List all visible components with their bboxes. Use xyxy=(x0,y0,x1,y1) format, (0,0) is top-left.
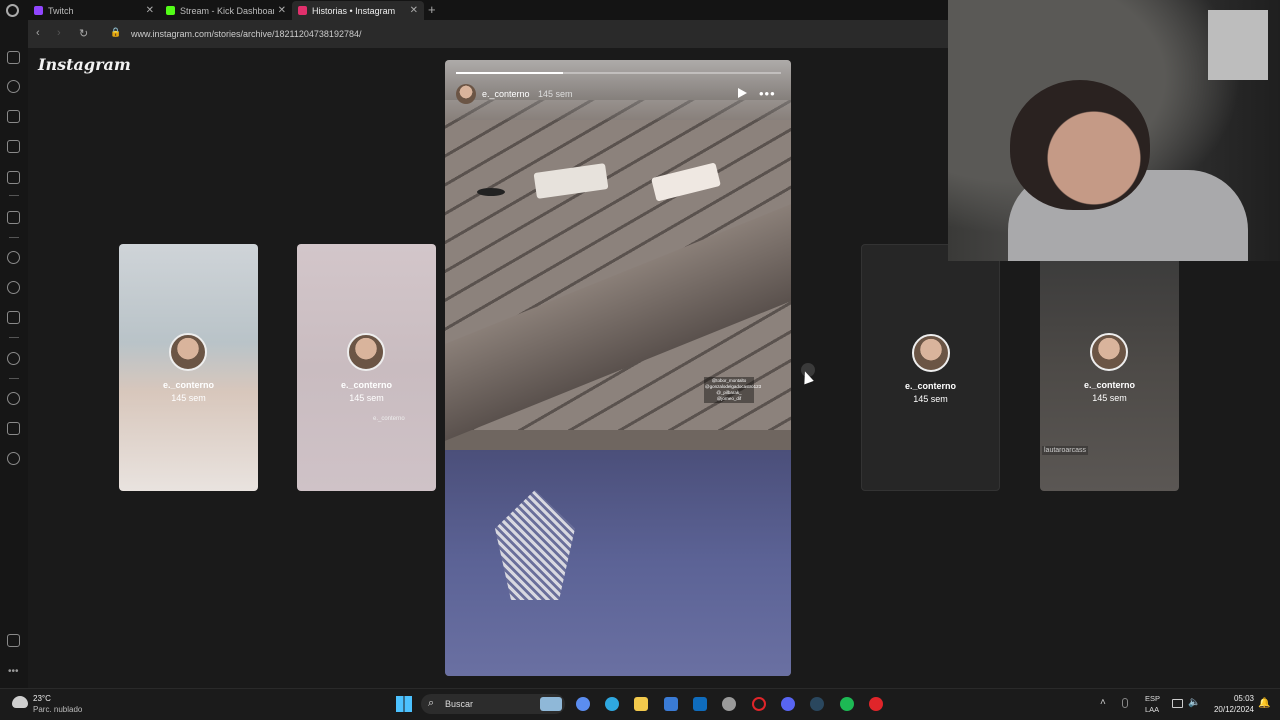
copilot-icon[interactable] xyxy=(576,697,590,711)
speed-dial-icon[interactable] xyxy=(7,80,20,93)
sidebar-divider xyxy=(9,195,19,196)
story-preview-card[interactable]: e._conterno 145 sem e._conterno xyxy=(297,244,436,491)
webcam-detail xyxy=(1010,80,1150,210)
webcam-detail xyxy=(1208,10,1268,80)
story-username: e._conterno xyxy=(1083,380,1135,390)
opera-icon[interactable] xyxy=(752,697,766,711)
weather-description[interactable]: Parc. nublado xyxy=(33,705,82,714)
steam-icon[interactable] xyxy=(810,697,824,711)
avatar[interactable] xyxy=(456,84,476,104)
messenger-icon[interactable] xyxy=(7,251,20,264)
story-time: 145 sem xyxy=(349,393,384,403)
search-icon: ⌕ xyxy=(428,697,435,709)
controller-icon[interactable] xyxy=(7,51,20,64)
tab-title: Twitch xyxy=(48,5,74,16)
lock-icon[interactable]: 🔒 xyxy=(110,27,121,38)
mention-sticker[interactable]: @tobor_montalto @gonzalodelgadocastro123… xyxy=(704,377,761,403)
windows-start-icon[interactable] xyxy=(396,696,412,712)
story-username[interactable]: e._conterno xyxy=(482,89,530,99)
tab-kick-dashboard[interactable]: Stream - Kick Dashboard ✕ xyxy=(160,1,292,20)
capture-icon[interactable] xyxy=(7,634,20,647)
play-icon[interactable] xyxy=(738,88,747,98)
forward-icon[interactable]: › xyxy=(57,27,61,39)
tab-title: Historias • Instagram xyxy=(312,5,396,16)
instagram-favicon-icon xyxy=(298,6,307,15)
story-username: e._conterno xyxy=(162,380,214,390)
more-icon[interactable]: ••• xyxy=(8,666,19,677)
story-time: 145 sem xyxy=(538,89,573,99)
settings-icon[interactable] xyxy=(7,452,20,465)
tab-twitch[interactable]: Twitch ✕ xyxy=(28,1,160,20)
network-icon[interactable] xyxy=(1172,699,1183,708)
weather-cloud-icon[interactable] xyxy=(12,696,28,708)
instagram-logo[interactable]: Instagram xyxy=(38,55,131,74)
keyboard-layout-indicator[interactable]: LAA xyxy=(1145,705,1159,714)
story-time: 145 sem xyxy=(171,393,206,403)
new-tab-button[interactable]: + xyxy=(428,2,436,17)
spotify-icon[interactable] xyxy=(840,697,854,711)
reload-icon[interactable]: ↻ xyxy=(79,27,88,40)
calendar-icon[interactable] xyxy=(7,171,20,184)
avatar xyxy=(169,333,207,371)
volume-icon[interactable]: 🔈 xyxy=(1188,697,1200,708)
clock-time[interactable]: 05:03 xyxy=(1212,694,1254,703)
outlook-icon[interactable] xyxy=(693,697,707,711)
tray-overflow-icon[interactable]: ˄ xyxy=(1100,697,1106,708)
search-label: Buscar xyxy=(445,699,474,709)
story-preview-card[interactable]: e._conterno 145 sem xyxy=(119,244,258,491)
story-username: e._conterno xyxy=(904,381,956,391)
webcam-overlay xyxy=(948,0,1280,261)
app-icon[interactable] xyxy=(869,697,883,711)
twitch-favicon-icon xyxy=(34,6,43,15)
close-tab-icon[interactable]: ✕ xyxy=(410,5,418,16)
store-icon[interactable] xyxy=(664,697,678,711)
bag-icon[interactable] xyxy=(7,110,20,123)
mention-tag: e._conterno xyxy=(373,416,405,422)
story-progress-bar xyxy=(456,72,564,74)
close-tab-icon[interactable]: ✕ xyxy=(146,5,154,16)
story-preview-card[interactable]: e._conterno 145 sem lautaroarcass xyxy=(1040,244,1179,491)
language-indicator[interactable]: ESP xyxy=(1145,694,1160,703)
aria-icon[interactable] xyxy=(7,211,20,224)
story-time: 145 sem xyxy=(1092,393,1127,403)
weather-temperature[interactable]: 23°C xyxy=(33,694,51,703)
instagram-icon[interactable] xyxy=(7,311,20,324)
story-image-detail xyxy=(477,188,505,196)
sidebar-divider xyxy=(9,337,19,338)
story-preview-card[interactable]: e._conterno 145 sem xyxy=(861,244,1000,491)
url-field[interactable]: www.instagram.com/stories/archive/182112… xyxy=(131,29,361,39)
back-icon[interactable]: ‹ xyxy=(36,27,40,39)
tab-instagram[interactable]: Historias • Instagram ✕ xyxy=(292,1,424,20)
twitch-icon[interactable] xyxy=(7,140,20,153)
tab-title: Stream - Kick Dashboard xyxy=(180,5,274,16)
microphone-icon[interactable] xyxy=(1122,698,1128,708)
edge-icon[interactable] xyxy=(605,697,619,711)
photos-icon[interactable] xyxy=(540,697,562,711)
opera-logo-icon[interactable] xyxy=(6,4,19,17)
story-username: e._conterno xyxy=(340,380,392,390)
sidebar-divider xyxy=(9,237,19,238)
chrome-icon[interactable] xyxy=(722,697,736,711)
whatsapp-icon[interactable] xyxy=(7,281,20,294)
sidebar-divider xyxy=(9,378,19,379)
mention-tag: lautaroarcass xyxy=(1042,446,1089,455)
story-time: 145 sem xyxy=(913,394,948,404)
close-tab-icon[interactable]: ✕ xyxy=(278,5,286,16)
story-viewer[interactable] xyxy=(445,60,791,676)
discord-icon[interactable] xyxy=(781,697,795,711)
avatar xyxy=(912,334,950,372)
history-icon[interactable] xyxy=(7,392,20,405)
box-icon[interactable] xyxy=(7,422,20,435)
file-explorer-icon[interactable] xyxy=(634,697,648,711)
story-image-detail xyxy=(445,450,791,676)
clock-date[interactable]: 20/12/2024 xyxy=(1206,705,1254,714)
avatar xyxy=(347,333,385,371)
kick-favicon-icon xyxy=(166,6,175,15)
notifications-icon[interactable]: 🔔 xyxy=(1258,698,1270,709)
music-icon[interactable] xyxy=(7,352,20,365)
more-options-icon[interactable]: ••• xyxy=(759,86,776,101)
avatar xyxy=(1090,333,1128,371)
